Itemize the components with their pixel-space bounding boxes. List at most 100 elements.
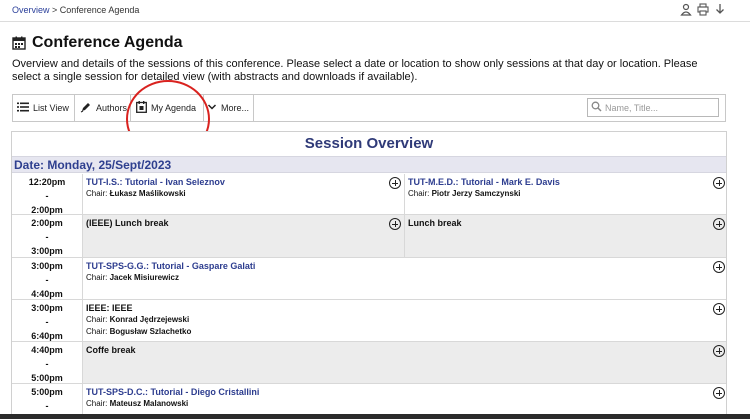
time-dash: -	[45, 401, 49, 411]
start-time: 5:00pm	[31, 387, 63, 397]
list-icon	[17, 102, 29, 114]
time-range: 5:00pm -	[12, 384, 82, 413]
agenda-toolbar: List View Authors My Agenda More...	[12, 94, 726, 122]
session-title[interactable]: TUT-I.S.: Tutorial - Ivan Seleznov	[86, 176, 401, 188]
session-title[interactable]: Lunch break	[408, 217, 725, 229]
session-chair: Chair: Konrad Jędrzejewski	[86, 314, 725, 326]
authors-button[interactable]: Authors	[75, 95, 131, 121]
session-chair: Chair: Piotr Jerzy Samczynski	[408, 188, 725, 200]
add-to-agenda-icon[interactable]	[713, 387, 725, 399]
breadcrumb-overview-link[interactable]: Overview	[12, 5, 50, 15]
calendar-icon	[12, 36, 26, 50]
time-slot: 3:00pm - 4:40pm TUT-SPS-G.G.: Tutorial - G…	[12, 258, 726, 301]
start-time: 4:40pm	[31, 345, 63, 355]
my-agenda-label: My Agenda	[151, 103, 197, 113]
session-cell[interactable]: TUT-I.S.: Tutorial - Ivan Seleznov Chair…	[82, 174, 404, 214]
time-slot: 4:40pm - 5:00pm Coffe break	[12, 342, 726, 385]
chair-prefix: Chair:	[86, 315, 108, 324]
download-icon[interactable]	[714, 3, 726, 16]
session-cell[interactable]: (IEEE) Lunch break	[82, 215, 404, 257]
add-to-agenda-icon[interactable]	[389, 218, 401, 230]
session-chair: Chair: Mateusz Malanowski	[86, 398, 725, 410]
chair-prefix: Chair:	[86, 189, 108, 198]
breadcrumb: Overview > Conference Agenda	[12, 5, 139, 15]
add-to-agenda-icon[interactable]	[713, 261, 725, 273]
session-title[interactable]: TUT-SPS-G.G.: Tutorial - Gaspare Galati	[86, 260, 725, 272]
session-cell[interactable]: TUT-SPS-G.G.: Tutorial - Gaspare Galati …	[82, 258, 726, 299]
chevron-down-icon	[207, 103, 217, 113]
print-icon[interactable]	[697, 3, 709, 16]
page-title: Conference Agenda	[32, 34, 183, 51]
chair-name: Jacek Misiurewicz	[109, 273, 179, 282]
end-time: 6:40pm	[31, 331, 63, 341]
add-to-agenda-icon[interactable]	[713, 303, 725, 315]
authors-label: Authors	[96, 103, 128, 113]
time-range: 3:00pm - 4:40pm	[12, 258, 82, 301]
breadcrumb-bar: Overview > Conference Agenda	[0, 0, 750, 22]
session-title[interactable]: TUT-SPS-D.C.: Tutorial - Diego Cristalli…	[86, 386, 725, 398]
session-title[interactable]: Coffe break	[86, 344, 725, 356]
list-view-label: List View	[33, 103, 69, 113]
chair-prefix: Chair:	[86, 273, 108, 282]
more-label: More...	[221, 103, 250, 113]
session-title[interactable]: (IEEE) Lunch break	[86, 217, 401, 229]
add-to-agenda-icon[interactable]	[713, 218, 725, 230]
chair-name: Bogusław Szlachetko	[109, 327, 192, 336]
time-dash: -	[45, 232, 49, 242]
breadcrumb-separator: >	[49, 5, 60, 15]
time-dash: -	[45, 317, 49, 327]
chair-name: Piotr Jerzy Samczynski	[431, 189, 521, 198]
session-cell[interactable]: Coffe break	[82, 342, 726, 383]
time-slot: 12:20pm -2:00pm TUT-I.S.: Tutorial - Ivan…	[12, 174, 726, 217]
more-button[interactable]: More...	[204, 95, 254, 121]
chair-name: Mateusz Malanowski	[109, 399, 189, 408]
session-chair: Chair: Łukasz Maślikowski	[86, 188, 401, 200]
session-title[interactable]: TUT-M.E.D.: Tutorial - Mark E. Davis	[408, 176, 725, 188]
chair-name: Łukasz Maślikowski	[109, 189, 186, 198]
add-to-agenda-icon[interactable]	[713, 177, 725, 189]
chair-name: Konrad Jędrzejewski	[109, 315, 190, 324]
date-header[interactable]: Date: Monday, 25/Sept/2023	[12, 156, 726, 173]
end-time: 4:40pm	[31, 289, 63, 299]
end-time: 5:00pm	[31, 373, 63, 383]
start-time: 3:00pm	[31, 261, 63, 271]
time-dash: -	[45, 275, 49, 285]
session-chair: Chair: Bogusław Szlachetko	[86, 326, 725, 338]
my-agenda-button[interactable]: My Agenda	[131, 95, 204, 121]
search-box	[587, 98, 719, 117]
session-chair: Chair: Jacek Misiurewicz	[86, 272, 725, 284]
taskbar-strip	[0, 414, 750, 419]
end-time: 3:00pm	[31, 246, 63, 256]
chair-prefix: Chair:	[86, 399, 108, 408]
search-input[interactable]	[605, 102, 713, 113]
breadcrumb-current: Conference Agenda	[59, 5, 140, 15]
search-icon	[591, 99, 602, 117]
chair-prefix: Chair:	[86, 327, 108, 336]
session-overview: Session Overview Date: Monday, 25/Sept/2…	[11, 131, 727, 419]
pen-icon	[80, 101, 92, 115]
session-cell[interactable]: IEEE: IEEE Chair: Konrad Jędrzejewski Ch…	[82, 300, 726, 341]
start-time: 12:20pm	[28, 177, 66, 187]
start-time: 3:00pm	[31, 303, 63, 313]
calendar-star-icon	[136, 101, 147, 115]
add-to-agenda-icon[interactable]	[389, 177, 401, 189]
time-range: 2:00pm - 3:00pm	[12, 215, 82, 258]
time-range: 4:40pm - 5:00pm	[12, 342, 82, 385]
time-slot: 3:00pm - 6:40pm IEEE: IEEE Chair: Konrad J…	[12, 300, 726, 343]
session-overview-title: Session Overview	[304, 135, 434, 152]
start-time: 2:00pm	[31, 218, 63, 228]
top-icons	[680, 3, 726, 16]
session-cell[interactable]: Lunch break	[404, 215, 726, 257]
page-heading: Conference Agenda	[12, 34, 183, 52]
person-icon[interactable]	[680, 3, 692, 16]
time-range: 3:00pm - 6:40pm	[12, 300, 82, 343]
chair-prefix: Chair:	[408, 189, 430, 198]
session-title[interactable]: IEEE: IEEE	[86, 302, 725, 314]
time-slot: 2:00pm - 3:00pm (IEEE) Lunch break Lunch b…	[12, 215, 726, 258]
add-to-agenda-icon[interactable]	[713, 345, 725, 357]
page-intro: Overview and details of the sessions of …	[12, 58, 698, 83]
session-cell[interactable]: TUT-M.E.D.: Tutorial - Mark E. Davis Cha…	[404, 174, 726, 214]
list-view-button[interactable]: List View	[13, 95, 75, 121]
time-range: 12:20pm -2:00pm	[12, 174, 82, 217]
time-dash: -	[45, 191, 49, 201]
